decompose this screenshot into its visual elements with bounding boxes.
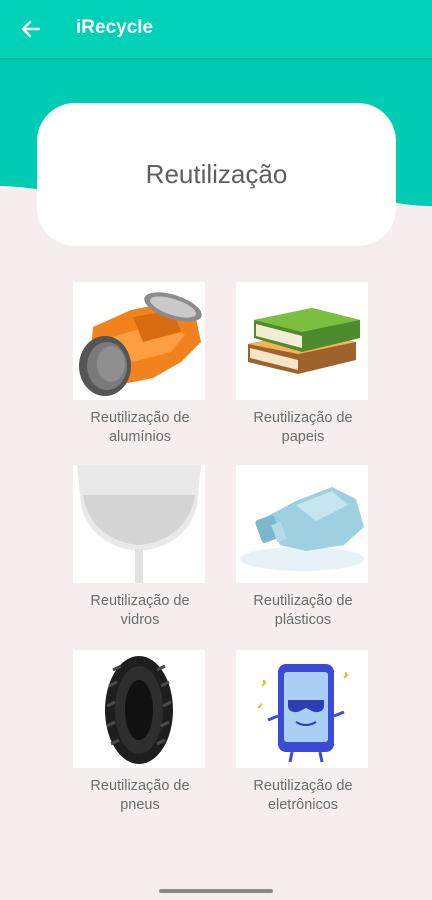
tile-tires[interactable]: Reutilização de pneus bbox=[73, 650, 207, 815]
tile-image bbox=[73, 650, 205, 768]
tile-electronics[interactable]: Reutilização de eletrônicos bbox=[236, 650, 370, 815]
tile-glass[interactable]: Reutilização de vidros bbox=[73, 465, 207, 630]
tile-plastic[interactable]: Reutilização de plásticos bbox=[236, 465, 370, 630]
aluminum-can-icon bbox=[79, 292, 202, 396]
tile-image bbox=[73, 465, 205, 583]
hero-card: Reutilização bbox=[37, 103, 396, 246]
tile-label: Reutilização de pneus bbox=[90, 778, 190, 813]
wine-glass-icon bbox=[77, 465, 201, 583]
smartphone-icon bbox=[257, 664, 349, 763]
tile-label: Reutilização de papeis bbox=[253, 410, 353, 445]
home-indicator[interactable] bbox=[159, 889, 273, 893]
plastic-bottle-icon bbox=[240, 487, 364, 571]
tile-image bbox=[236, 650, 368, 768]
tile-label: Reutilização de vidros bbox=[90, 593, 190, 628]
back-button[interactable] bbox=[14, 12, 48, 46]
tile-image bbox=[236, 465, 368, 583]
tile-paper[interactable]: Reutilização de papeis bbox=[236, 282, 370, 447]
app-bar: iRecycle bbox=[0, 0, 432, 58]
tile-label: Reutilização de plásticos bbox=[253, 593, 353, 628]
tile-aluminum[interactable]: Reutilização de alumínios bbox=[73, 282, 207, 447]
hero-title: Reutilização bbox=[145, 159, 288, 189]
tile-label: Reutilização de eletrônicos bbox=[253, 778, 353, 813]
tile-label: Reutilização de alumínios bbox=[90, 410, 190, 445]
arrow-left-icon bbox=[21, 20, 41, 38]
app-title: iRecycle bbox=[76, 17, 154, 38]
tile-image bbox=[73, 282, 205, 400]
tire-icon bbox=[105, 656, 173, 764]
books-icon bbox=[248, 308, 360, 374]
tile-image bbox=[236, 282, 368, 400]
